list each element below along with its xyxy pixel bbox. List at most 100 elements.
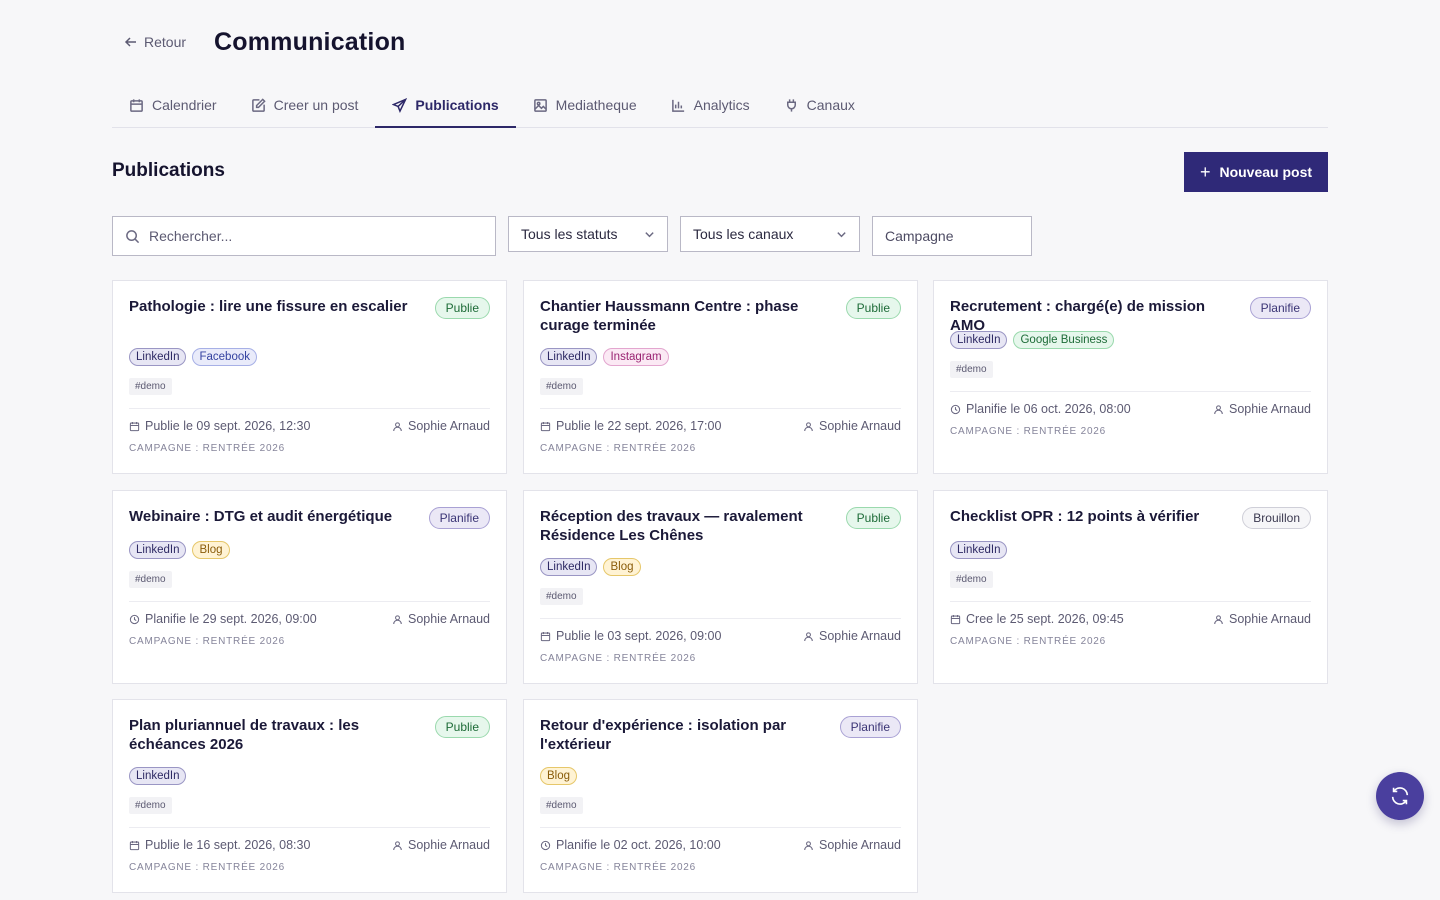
tab-analytics[interactable]: Analytics xyxy=(654,84,767,126)
hashtag: #demo xyxy=(540,797,583,814)
status-badge: Brouillon xyxy=(1242,507,1311,529)
campaign-input[interactable] xyxy=(885,228,1025,244)
arrow-left-icon xyxy=(124,37,136,47)
channel-list: LinkedIn xyxy=(950,541,1008,559)
tab-label: Mediatheque xyxy=(555,97,637,113)
hashtag: #demo xyxy=(129,797,172,814)
card-meta: Publie le 03 sept. 2026, 09:00 Sophie Arn… xyxy=(540,628,901,644)
channel-list: LinkedIn Blog xyxy=(540,558,641,576)
date-text: Cree le 25 sept. 2026, 09:45 xyxy=(966,612,1124,626)
search-box[interactable] xyxy=(112,216,496,256)
status-badge: Planifie xyxy=(428,507,490,529)
publication-title: Réception des travaux — ravalement Résid… xyxy=(540,508,803,544)
refresh-icon xyxy=(1391,787,1409,805)
publication-title: Pathologie : lire une fissure en escalie… xyxy=(129,298,408,315)
author-name: Sophie Arnaud xyxy=(407,838,490,852)
bar-chart-icon xyxy=(671,99,684,112)
author: Sophie Arnaud xyxy=(803,629,901,643)
channel-chip: LinkedIn xyxy=(540,558,598,576)
refresh-button[interactable] xyxy=(1376,772,1424,820)
user-icon xyxy=(804,421,813,431)
hashtag: #demo xyxy=(540,378,583,395)
channel-chip: Blog xyxy=(540,767,578,785)
publication-card[interactable]: Retour d'expérience : isolation par l'ex… xyxy=(523,699,918,893)
header: Retour Communication xyxy=(112,24,406,60)
calendar-icon xyxy=(129,840,140,850)
channel-chip: LinkedIn xyxy=(540,348,598,366)
calendar-icon xyxy=(130,98,143,112)
hashtag: #demo xyxy=(129,378,172,395)
status-filter-value: Tous les statuts xyxy=(521,226,618,242)
publication-card[interactable]: Plan pluriannuel de travaux : les échéan… xyxy=(112,699,507,893)
search-input[interactable] xyxy=(149,228,469,244)
publication-card[interactable]: Recrutement : chargé(e) de mission AMO Pl… xyxy=(933,280,1328,474)
edit-icon xyxy=(251,97,266,112)
publication-title: Chantier Haussmann Centre : phase curage… xyxy=(540,298,799,334)
card-divider xyxy=(129,601,490,602)
card-divider xyxy=(950,391,1311,392)
calendar-icon xyxy=(540,631,551,641)
user-icon xyxy=(393,840,402,850)
tab-label: Analytics xyxy=(693,97,750,113)
channel-chip: LinkedIn xyxy=(950,541,1008,559)
status-filter-select[interactable]: Tous les statuts xyxy=(508,216,668,252)
channel-list: LinkedIn Instagram xyxy=(540,348,669,366)
new-post-button[interactable]: + Nouveau post xyxy=(1184,152,1328,192)
publication-card[interactable]: Checklist OPR : 12 points à vérifier Brou… xyxy=(933,490,1328,684)
channel-filter-value: Tous les canaux xyxy=(693,226,794,242)
chevron-down-icon xyxy=(645,231,654,237)
clock-icon xyxy=(950,404,961,414)
publication-date: Publie le 09 sept. 2026, 12:30 xyxy=(129,419,310,433)
calendar-icon xyxy=(950,614,961,624)
date-text: Publie le 09 sept. 2026, 12:30 xyxy=(145,419,311,433)
tab-mediatheque[interactable]: Mediatheque xyxy=(516,84,654,126)
user-icon xyxy=(1214,614,1223,624)
campaign-label: CAMPAGNE : RENTRÉE 2026 xyxy=(950,636,1107,647)
search-icon xyxy=(126,229,140,243)
clock-icon xyxy=(129,614,140,624)
channel-chip: LinkedIn xyxy=(950,331,1008,349)
author: Sophie Arnaud xyxy=(803,838,901,852)
tab-canaux[interactable]: Canaux xyxy=(767,84,872,126)
status-badge: Publie xyxy=(434,716,490,738)
tab-publications[interactable]: Publications xyxy=(375,84,516,128)
publication-card[interactable]: Webinaire : DTG et audit énergétique Plan… xyxy=(112,490,507,684)
publication-date: Cree le 25 sept. 2026, 09:45 xyxy=(950,612,1124,626)
publication-title: Checklist OPR : 12 points à vérifier xyxy=(950,508,1200,525)
publication-card[interactable]: Pathologie : lire une fissure en escalie… xyxy=(112,280,507,474)
channel-list: LinkedIn Facebook xyxy=(129,348,257,366)
publication-date: Planifie le 29 sept. 2026, 09:00 xyxy=(129,612,317,626)
channel-filter-select[interactable]: Tous les canaux xyxy=(680,216,860,252)
chevron-down-icon xyxy=(837,231,846,237)
user-icon xyxy=(393,614,402,624)
tab-creer-un-post[interactable]: Creer un post xyxy=(234,84,376,126)
status-badge: Planifie xyxy=(839,716,901,738)
author-name: Sophie Arnaud xyxy=(818,629,901,643)
publication-card[interactable]: Chantier Haussmann Centre : phase curage… xyxy=(523,280,918,474)
hashtag: #demo xyxy=(950,361,993,378)
publication-date: Publie le 22 sept. 2026, 17:00 xyxy=(540,419,721,433)
calendar-icon xyxy=(129,421,140,431)
status-badge: Planifie xyxy=(1249,297,1311,319)
user-icon xyxy=(1214,404,1223,414)
date-text: Planifie le 02 oct. 2026, 10:00 xyxy=(556,838,721,852)
card-divider xyxy=(129,827,490,828)
campaign-label: CAMPAGNE : RENTRÉE 2026 xyxy=(950,426,1107,437)
publication-date: Publie le 03 sept. 2026, 09:00 xyxy=(540,629,721,643)
card-meta: Planifie le 06 oct. 2026, 08:00 Sophie Ar… xyxy=(950,401,1311,417)
back-button[interactable]: Retour xyxy=(124,34,186,50)
publication-card[interactable]: Réception des travaux — ravalement Résid… xyxy=(523,490,918,684)
card-meta: Publie le 09 sept. 2026, 12:30 Sophie Arn… xyxy=(129,418,490,434)
channel-list: Blog xyxy=(540,767,578,785)
card-divider xyxy=(540,618,901,619)
tab-calendrier[interactable]: Calendrier xyxy=(112,84,234,126)
publication-title: Recrutement : chargé(e) de mission AMO xyxy=(950,298,1206,334)
campaign-filter[interactable] xyxy=(872,216,1032,256)
card-meta: Publie le 22 sept. 2026, 17:00 Sophie Arn… xyxy=(540,418,901,434)
date-text: Publie le 03 sept. 2026, 09:00 xyxy=(556,629,722,643)
channel-list: LinkedIn Google Business xyxy=(950,331,1115,349)
hashtag: #demo xyxy=(950,571,993,588)
campaign-label: CAMPAGNE : RENTRÉE 2026 xyxy=(129,862,286,873)
channel-chip: Blog xyxy=(192,541,230,559)
author-name: Sophie Arnaud xyxy=(1228,402,1311,416)
